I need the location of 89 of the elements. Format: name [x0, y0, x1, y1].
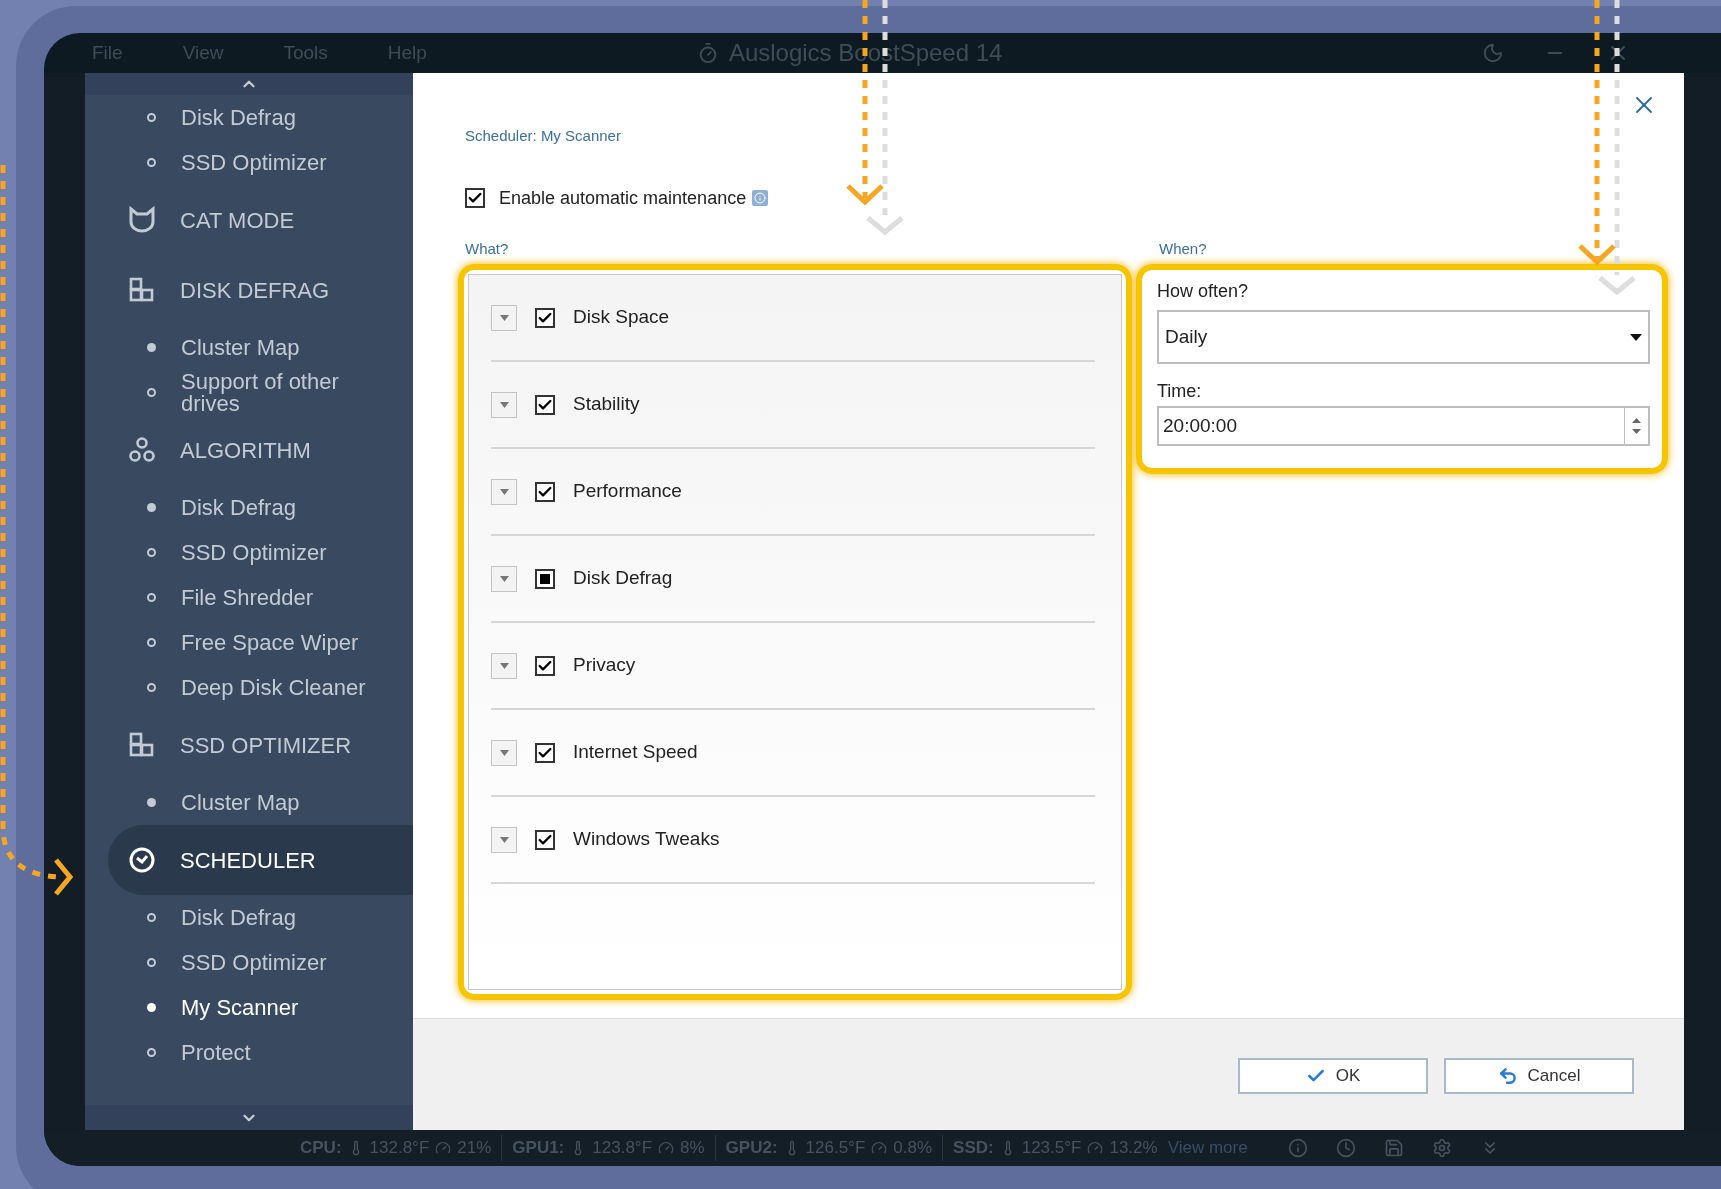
- sidebar-item[interactable]: Deep Disk Cleaner: [181, 676, 366, 699]
- cat-head-icon: [128, 206, 156, 234]
- caret-icon: [499, 488, 509, 495]
- task-label: Disk Defrag: [573, 566, 673, 591]
- sensor-name: CPU:: [300, 1137, 342, 1160]
- blocks-icon: [128, 276, 156, 304]
- time-field[interactable]: 20:00:00: [1157, 406, 1650, 446]
- nodes-icon: [128, 436, 156, 464]
- checkbox[interactable]: [535, 829, 555, 850]
- checkbox[interactable]: [465, 188, 485, 208]
- temperature-reading: 123.5°F: [1021, 1137, 1082, 1160]
- blocks-icon: [128, 731, 156, 759]
- sidebar-item[interactable]: Cluster Map: [181, 791, 300, 814]
- task-label: Performance: [573, 479, 682, 504]
- sidebar-item[interactable]: SSD Optimizer: [181, 541, 327, 564]
- caret-icon: [499, 401, 509, 408]
- field-label: How often?: [1157, 280, 1249, 302]
- save-icon[interactable]: [1383, 1138, 1404, 1158]
- info-icon[interactable]: [1287, 1138, 1308, 1158]
- caret-icon: [499, 314, 509, 321]
- task-label: Internet Speed: [573, 740, 698, 765]
- checkbox-label: Enable automatic maintenance: [499, 186, 747, 210]
- caret-icon: [499, 836, 509, 843]
- load-reading: 13.2%: [1109, 1137, 1158, 1160]
- expand-button[interactable]: [491, 826, 517, 853]
- sidebar-item[interactable]: My Scanner: [181, 996, 299, 1019]
- sidebar-item[interactable]: Protect: [181, 1041, 251, 1064]
- sidebar-item[interactable]: Disk Defrag: [181, 906, 296, 929]
- gauge-icon: [871, 1140, 888, 1156]
- clock-icon[interactable]: [1335, 1138, 1356, 1158]
- caret-icon: [499, 575, 509, 582]
- expand-button[interactable]: [491, 652, 517, 679]
- caret-icon: [1630, 333, 1642, 341]
- task-label: Disk Space: [573, 305, 670, 330]
- sidebar-item[interactable]: SSD Optimizer: [181, 951, 327, 974]
- sidebar-section[interactable]: CAT MODE: [85, 185, 413, 255]
- sensor-name: SSD:: [953, 1137, 994, 1160]
- expand-button[interactable]: [491, 391, 517, 418]
- checkbox[interactable]: [535, 307, 555, 328]
- sidebar-item[interactable]: Free Space Wiper: [181, 631, 359, 654]
- task-label: Windows Tweaks: [573, 827, 720, 852]
- caret-icon: [499, 749, 509, 756]
- section-heading: When?: [1159, 239, 1207, 259]
- sidebar-item[interactable]: SSD Optimizer: [181, 151, 327, 174]
- ok-button[interactable]: OK: [1238, 1058, 1428, 1094]
- temperature-reading: 123.8°F: [592, 1137, 653, 1160]
- spin-up-icon: [1632, 418, 1641, 423]
- undo-icon: [1497, 1066, 1518, 1086]
- sidebar-item[interactable]: Support of other drives: [181, 370, 381, 415]
- dialog-breadcrumb: Scheduler: My Scanner: [465, 126, 621, 146]
- cancel-button[interactable]: Cancel: [1444, 1058, 1634, 1094]
- gauge-icon: [1087, 1140, 1104, 1156]
- gauge-icon: [658, 1140, 675, 1156]
- sidebar-item[interactable]: Cluster Map: [181, 336, 300, 359]
- load-reading: 8%: [680, 1137, 705, 1160]
- field-label: Time:: [1157, 380, 1202, 402]
- sidebar-section[interactable]: SSD OPTIMIZER: [85, 710, 413, 780]
- clock-icon: [128, 846, 156, 874]
- sidebar-item[interactable]: Disk Defrag: [181, 106, 296, 129]
- sidebar-item[interactable]: File Shredder: [181, 586, 314, 609]
- checkbox[interactable]: [535, 568, 555, 589]
- info-icon[interactable]: [752, 190, 769, 206]
- load-reading: 0.8%: [893, 1137, 933, 1160]
- frequency-dropdown[interactable]: Daily: [1157, 310, 1650, 364]
- load-reading: 21%: [457, 1137, 492, 1160]
- task-label: Privacy: [573, 653, 636, 678]
- expand-button[interactable]: [491, 304, 517, 331]
- checkbox[interactable]: [535, 742, 555, 763]
- sidebar-section[interactable]: SCHEDULER: [108, 825, 413, 895]
- checkbox[interactable]: [535, 655, 555, 676]
- caret-icon: [499, 662, 509, 669]
- time-input[interactable]: 20:00:00: [1159, 408, 1624, 444]
- expand-button[interactable]: [491, 565, 517, 592]
- spin-down-icon: [1632, 429, 1641, 434]
- sensor-name: GPU1:: [512, 1137, 565, 1160]
- checkbox[interactable]: [535, 481, 555, 502]
- task-label: Stability: [573, 392, 640, 417]
- temperature-reading: 132.8°F: [369, 1137, 430, 1160]
- section-heading: What?: [465, 239, 509, 259]
- sensor-name: GPU2:: [725, 1137, 778, 1160]
- sidebar-item[interactable]: Disk Defrag: [181, 496, 296, 519]
- checkbox[interactable]: [535, 394, 555, 415]
- expand-button[interactable]: [491, 739, 517, 766]
- gauge-icon: [435, 1140, 452, 1156]
- sidebar-section[interactable]: DISK DEFRAG: [85, 255, 413, 325]
- expand-button[interactable]: [491, 478, 517, 505]
- temperature-reading: 126.5°F: [805, 1137, 866, 1160]
- settings-icon[interactable]: [1431, 1138, 1452, 1158]
- sidebar-section[interactable]: ALGORITHM: [85, 415, 413, 485]
